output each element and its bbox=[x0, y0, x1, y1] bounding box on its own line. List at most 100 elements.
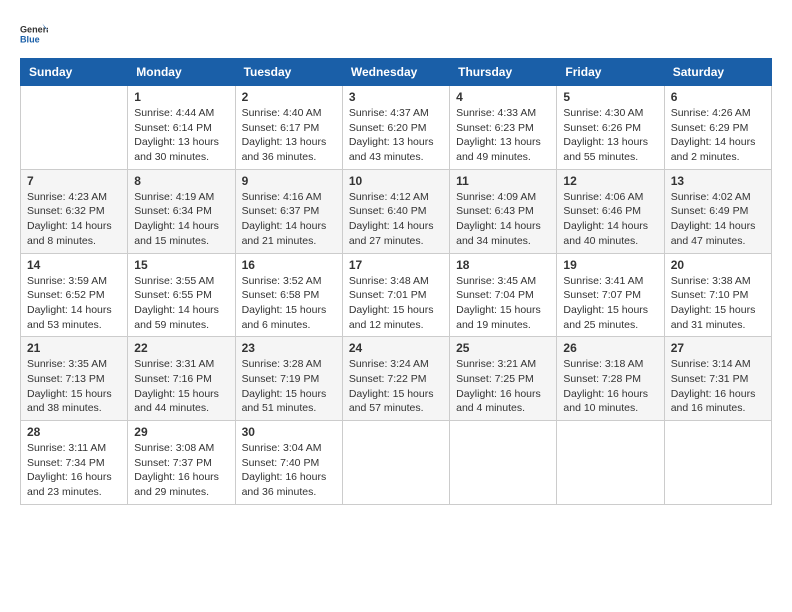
calendar-cell: 18 Sunrise: 3:45 AM Sunset: 7:04 PM Dayli… bbox=[450, 253, 557, 337]
calendar-cell: 8 Sunrise: 4:19 AM Sunset: 6:34 PM Daylig… bbox=[128, 169, 235, 253]
calendar-week-2: 7 Sunrise: 4:23 AM Sunset: 6:32 PM Daylig… bbox=[21, 169, 772, 253]
calendar-cell: 30 Sunrise: 3:04 AM Sunset: 7:40 PM Dayli… bbox=[235, 421, 342, 505]
day-number: 24 bbox=[349, 341, 443, 355]
day-number: 22 bbox=[134, 341, 228, 355]
calendar-cell: 17Sunrise: 3:48 AM Sunset: 7:01 PM Dayli… bbox=[342, 253, 449, 337]
day-header-thursday: Thursday bbox=[450, 59, 557, 86]
calendar-cell bbox=[450, 421, 557, 505]
day-number: 26 bbox=[563, 341, 657, 355]
calendar-week-5: 28 Sunrise: 3:11 AM Sunset: 7:34 PM Dayli… bbox=[21, 421, 772, 505]
day-info: Sunrise: 4:19 AM Sunset: 6:34 PM Dayligh… bbox=[134, 190, 228, 249]
day-info: Sunrise: 4:26 AM Sunset: 6:29 PM Dayligh… bbox=[671, 106, 765, 165]
day-info: Sunrise: 3:31 AM Sunset: 7:16 PM Dayligh… bbox=[134, 357, 228, 416]
day-info: Sunrise: 4:16 AM Sunset: 6:37 PM Dayligh… bbox=[242, 190, 336, 249]
day-info: Sunrise: 3:28 AM Sunset: 7:19 PM Dayligh… bbox=[242, 357, 336, 416]
calendar-cell: 27 Sunrise: 3:14 AM Sunset: 7:31 PM Dayli… bbox=[664, 337, 771, 421]
svg-text:General: General bbox=[20, 25, 48, 35]
day-number: 9 bbox=[242, 174, 336, 188]
day-number: 4 bbox=[456, 90, 550, 104]
day-number: 23 bbox=[242, 341, 336, 355]
day-number: 25 bbox=[456, 341, 550, 355]
day-info: Sunrise: 3:52 AM Sunset: 6:58 PM Dayligh… bbox=[242, 274, 336, 333]
day-header-sunday: Sunday bbox=[21, 59, 128, 86]
day-number: 30 bbox=[242, 425, 336, 439]
day-number: 11 bbox=[456, 174, 550, 188]
calendar-cell: 12 Sunrise: 4:06 AM Sunset: 6:46 PM Dayli… bbox=[557, 169, 664, 253]
calendar-cell: 25Sunrise: 3:21 AM Sunset: 7:25 PM Dayli… bbox=[450, 337, 557, 421]
day-info: Sunrise: 4:33 AM Sunset: 6:23 PM Dayligh… bbox=[456, 106, 550, 165]
day-header-tuesday: Tuesday bbox=[235, 59, 342, 86]
calendar-cell: 22 Sunrise: 3:31 AM Sunset: 7:16 PM Dayli… bbox=[128, 337, 235, 421]
day-number: 28 bbox=[27, 425, 121, 439]
day-number: 7 bbox=[27, 174, 121, 188]
day-info: Sunrise: 3:18 AM Sunset: 7:28 PM Dayligh… bbox=[563, 357, 657, 416]
day-info: Sunrise: 4:23 AM Sunset: 6:32 PM Dayligh… bbox=[27, 190, 121, 249]
logo: General Blue bbox=[20, 20, 48, 48]
day-number: 3 bbox=[349, 90, 443, 104]
day-number: 8 bbox=[134, 174, 228, 188]
calendar-header-row: SundayMondayTuesdayWednesdayThursdayFrid… bbox=[21, 59, 772, 86]
calendar-cell: 2 Sunrise: 4:40 AM Sunset: 6:17 PM Daylig… bbox=[235, 86, 342, 170]
day-number: 15 bbox=[134, 258, 228, 272]
day-info: Sunrise: 4:02 AM Sunset: 6:49 PM Dayligh… bbox=[671, 190, 765, 249]
calendar-cell: 9 Sunrise: 4:16 AM Sunset: 6:37 PM Daylig… bbox=[235, 169, 342, 253]
day-number: 10 bbox=[349, 174, 443, 188]
calendar-cell: 13 Sunrise: 4:02 AM Sunset: 6:49 PM Dayli… bbox=[664, 169, 771, 253]
calendar-week-3: 14Sunrise: 3:59 AM Sunset: 6:52 PM Dayli… bbox=[21, 253, 772, 337]
logo-icon: General Blue bbox=[20, 20, 48, 48]
day-header-saturday: Saturday bbox=[664, 59, 771, 86]
day-number: 19 bbox=[563, 258, 657, 272]
day-info: Sunrise: 3:35 AM Sunset: 7:13 PM Dayligh… bbox=[27, 357, 121, 416]
calendar-cell: 14Sunrise: 3:59 AM Sunset: 6:52 PM Dayli… bbox=[21, 253, 128, 337]
calendar-cell bbox=[557, 421, 664, 505]
day-info: Sunrise: 3:08 AM Sunset: 7:37 PM Dayligh… bbox=[134, 441, 228, 500]
svg-text:Blue: Blue bbox=[20, 34, 40, 44]
day-info: Sunrise: 4:09 AM Sunset: 6:43 PM Dayligh… bbox=[456, 190, 550, 249]
calendar-cell: 5 Sunrise: 4:30 AM Sunset: 6:26 PM Daylig… bbox=[557, 86, 664, 170]
day-number: 5 bbox=[563, 90, 657, 104]
day-info: Sunrise: 3:14 AM Sunset: 7:31 PM Dayligh… bbox=[671, 357, 765, 416]
day-info: Sunrise: 3:48 AM Sunset: 7:01 PM Dayligh… bbox=[349, 274, 443, 333]
calendar-table: SundayMondayTuesdayWednesdayThursdayFrid… bbox=[20, 58, 772, 505]
calendar-cell: 29Sunrise: 3:08 AM Sunset: 7:37 PM Dayli… bbox=[128, 421, 235, 505]
calendar-cell: 3Sunrise: 4:37 AM Sunset: 6:20 PM Daylig… bbox=[342, 86, 449, 170]
calendar-cell: 20Sunrise: 3:38 AM Sunset: 7:10 PM Dayli… bbox=[664, 253, 771, 337]
calendar-week-1: 1 Sunrise: 4:44 AM Sunset: 6:14 PM Daylig… bbox=[21, 86, 772, 170]
calendar-cell: 6 Sunrise: 4:26 AM Sunset: 6:29 PM Daylig… bbox=[664, 86, 771, 170]
day-info: Sunrise: 3:11 AM Sunset: 7:34 PM Dayligh… bbox=[27, 441, 121, 500]
day-number: 18 bbox=[456, 258, 550, 272]
calendar-cell: 24 Sunrise: 3:24 AM Sunset: 7:22 PM Dayli… bbox=[342, 337, 449, 421]
day-number: 13 bbox=[671, 174, 765, 188]
calendar-cell bbox=[21, 86, 128, 170]
day-number: 20 bbox=[671, 258, 765, 272]
day-number: 2 bbox=[242, 90, 336, 104]
page-header: General Blue bbox=[20, 20, 772, 48]
day-info: Sunrise: 4:40 AM Sunset: 6:17 PM Dayligh… bbox=[242, 106, 336, 165]
day-info: Sunrise: 4:30 AM Sunset: 6:26 PM Dayligh… bbox=[563, 106, 657, 165]
day-header-friday: Friday bbox=[557, 59, 664, 86]
day-info: Sunrise: 3:24 AM Sunset: 7:22 PM Dayligh… bbox=[349, 357, 443, 416]
day-number: 14 bbox=[27, 258, 121, 272]
day-info: Sunrise: 3:41 AM Sunset: 7:07 PM Dayligh… bbox=[563, 274, 657, 333]
day-info: Sunrise: 4:44 AM Sunset: 6:14 PM Dayligh… bbox=[134, 106, 228, 165]
day-number: 16 bbox=[242, 258, 336, 272]
day-info: Sunrise: 3:55 AM Sunset: 6:55 PM Dayligh… bbox=[134, 274, 228, 333]
day-header-wednesday: Wednesday bbox=[342, 59, 449, 86]
calendar-cell: 1 Sunrise: 4:44 AM Sunset: 6:14 PM Daylig… bbox=[128, 86, 235, 170]
day-header-monday: Monday bbox=[128, 59, 235, 86]
calendar-cell: 23 Sunrise: 3:28 AM Sunset: 7:19 PM Dayli… bbox=[235, 337, 342, 421]
day-number: 1 bbox=[134, 90, 228, 104]
day-number: 6 bbox=[671, 90, 765, 104]
day-number: 21 bbox=[27, 341, 121, 355]
day-info: Sunrise: 4:06 AM Sunset: 6:46 PM Dayligh… bbox=[563, 190, 657, 249]
day-info: Sunrise: 3:04 AM Sunset: 7:40 PM Dayligh… bbox=[242, 441, 336, 500]
day-number: 27 bbox=[671, 341, 765, 355]
day-info: Sunrise: 3:45 AM Sunset: 7:04 PM Dayligh… bbox=[456, 274, 550, 333]
calendar-cell bbox=[342, 421, 449, 505]
calendar-cell: 10Sunrise: 4:12 AM Sunset: 6:40 PM Dayli… bbox=[342, 169, 449, 253]
calendar-cell: 28 Sunrise: 3:11 AM Sunset: 7:34 PM Dayli… bbox=[21, 421, 128, 505]
calendar-cell: 4 Sunrise: 4:33 AM Sunset: 6:23 PM Daylig… bbox=[450, 86, 557, 170]
day-number: 12 bbox=[563, 174, 657, 188]
calendar-cell: 19 Sunrise: 3:41 AM Sunset: 7:07 PM Dayli… bbox=[557, 253, 664, 337]
calendar-cell: 11 Sunrise: 4:09 AM Sunset: 6:43 PM Dayli… bbox=[450, 169, 557, 253]
